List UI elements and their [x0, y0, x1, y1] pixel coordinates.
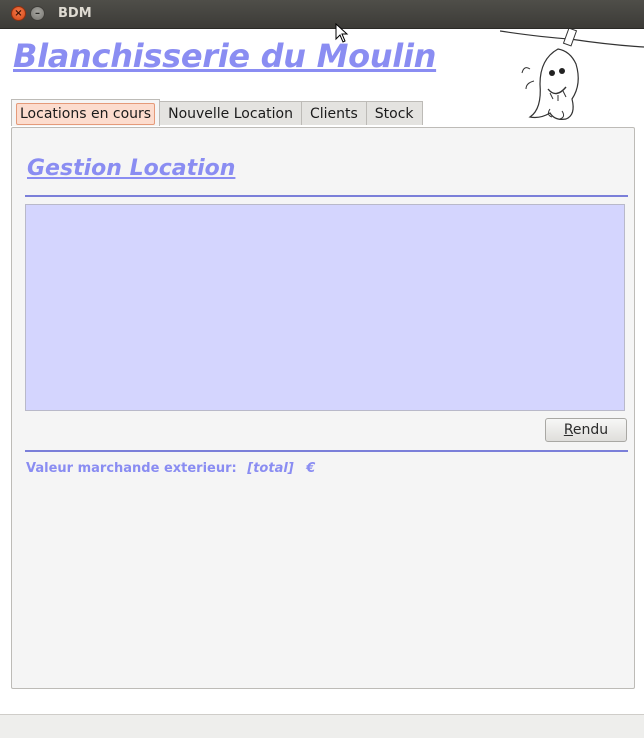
section-title: Gestion Location [27, 156, 236, 181]
tab-label: Locations en cours [16, 103, 156, 125]
tab-panel-locations: Gestion Location Rendu Valeur marchande … [11, 127, 635, 689]
currency-symbol: € [306, 461, 316, 476]
total-label: Valeur marchande exterieur: [26, 461, 237, 476]
window-title: BDM [58, 6, 92, 21]
title-bar[interactable]: × – BDM [0, 0, 644, 29]
tab-bar: Locations en cours Nouvelle Location Cli… [11, 99, 423, 127]
tab-locations-en-cours[interactable]: Locations en cours [11, 99, 161, 126]
locations-list[interactable] [25, 204, 625, 411]
rendu-button[interactable]: Rendu [545, 418, 627, 442]
total-row: Valeur marchande exterieur: [total] € [26, 461, 315, 476]
status-bar [0, 714, 644, 738]
divider [25, 195, 628, 197]
tab-nouvelle-location[interactable]: Nouvelle Location [159, 101, 302, 125]
tab-clients[interactable]: Clients [300, 101, 367, 125]
total-value: [total] [247, 461, 294, 476]
app-window: × – BDM Blanchisserie du Moulin Location… [0, 0, 644, 738]
laundry-mascot-icon [500, 29, 644, 120]
app-title: Blanchisserie du Moulin [13, 37, 437, 75]
minimize-icon[interactable]: – [30, 6, 45, 21]
rendu-mnemonic: R [563, 422, 573, 438]
divider [25, 450, 628, 452]
mouse-pointer-icon [335, 23, 349, 43]
tab-stock[interactable]: Stock [365, 101, 423, 125]
main-content: Blanchisserie du Moulin Locations en cou… [0, 29, 644, 738]
rendu-label: endu [572, 422, 609, 438]
close-icon[interactable]: × [11, 6, 26, 21]
